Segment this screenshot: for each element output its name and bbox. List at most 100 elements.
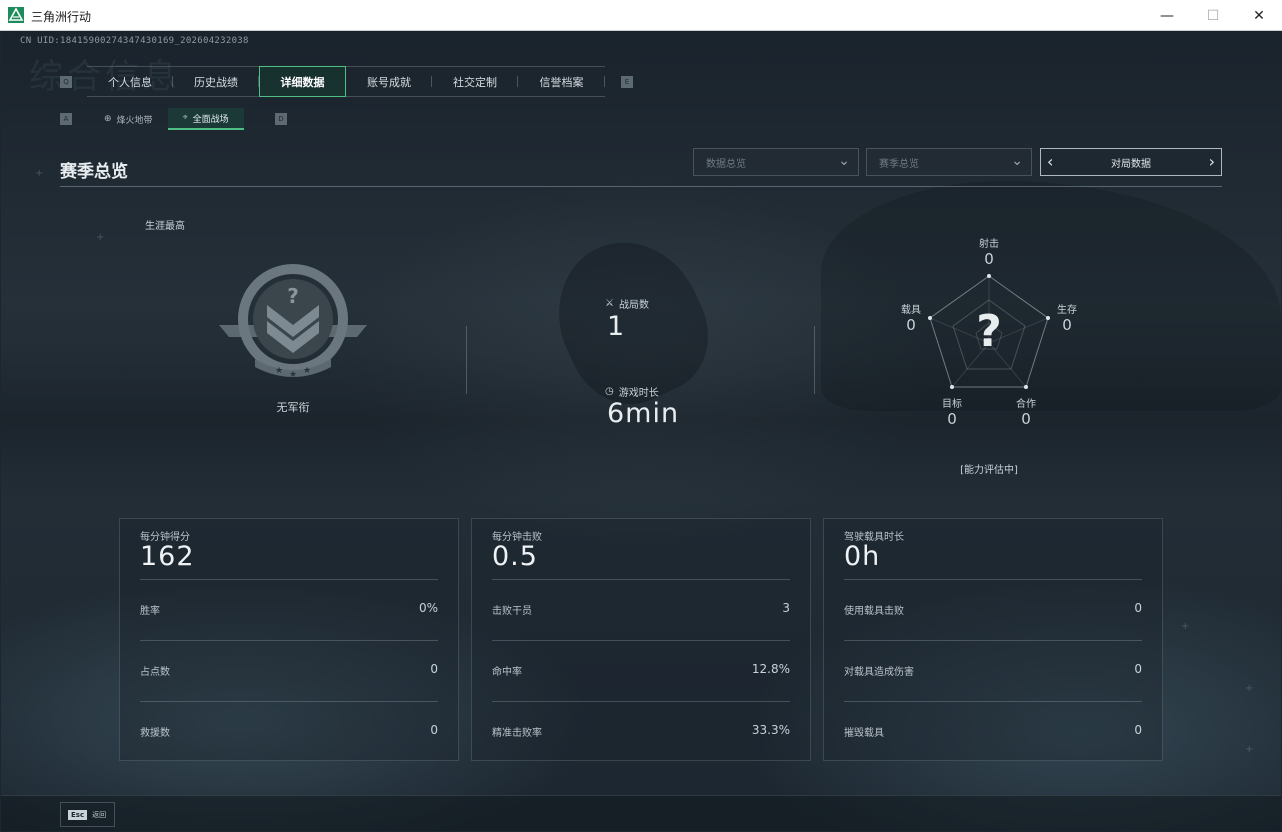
stat-row-label: 使用载具击败 [844, 606, 904, 617]
vertical-divider [814, 326, 815, 394]
card-divider [140, 640, 438, 641]
radar-label-survival: 生存 [1057, 305, 1077, 316]
deco-plus-icon: + [1245, 744, 1254, 755]
tab-match-history[interactable]: 历史战绩 [173, 67, 259, 96]
stat-card-score: 每分钟得分 162 胜率 0% 占点数 0 救援数 0 [119, 518, 459, 761]
key-hint-next-subtab: D [275, 113, 287, 125]
subtab-operations[interactable]: ⊕ 烽火地带 [89, 108, 168, 130]
stat-row-value: 0 [430, 662, 438, 676]
tab-personal-info[interactable]: 个人信息 [87, 67, 173, 96]
minimize-button[interactable]: — [1144, 0, 1190, 31]
radar-value-objective: 0 [947, 410, 957, 428]
card-divider [492, 640, 790, 641]
vertical-divider [466, 326, 467, 394]
matches-value: 1 [607, 311, 626, 342]
stat-row-value: 0% [418, 601, 438, 615]
window-title: 三角洲行动 [31, 10, 92, 24]
tab-detailed-data[interactable]: 详细数据 [259, 66, 346, 97]
radar-label-vehicle: 载具 [901, 305, 921, 316]
key-hint-prev-subtab: A [60, 113, 72, 125]
card-divider [492, 579, 790, 580]
radar-label-teamwork: 合作 [1016, 399, 1036, 410]
close-button[interactable]: ✕ [1236, 0, 1282, 31]
card-divider [140, 579, 438, 580]
game-viewport: + + + + + 综合信息 CN UID:184159002743474301… [1, 31, 1281, 831]
section-divider [60, 186, 1222, 187]
card-value: 0.5 [492, 541, 538, 572]
globe-icon: ⊕ [104, 114, 112, 124]
player-uid: CN UID:18415900274347430169_202604232038 [20, 36, 249, 46]
card-divider [844, 701, 1142, 702]
stat-row-value: 0 [1134, 723, 1142, 737]
radar-value-vehicle: 0 [906, 316, 916, 334]
stat-row-label: 命中率 [492, 667, 522, 678]
subtab-warfare[interactable]: ⌖ 全面战场 [167, 108, 244, 130]
radar-label-shooting: 射击 [979, 239, 999, 250]
svg-text:★: ★ [303, 366, 311, 376]
card-divider [492, 701, 790, 702]
chevron-left-icon[interactable]: ‹ [1047, 152, 1053, 171]
esc-key-hint: Esc [68, 809, 88, 820]
playtime-label-text: 游戏时长 [618, 388, 659, 399]
chevron-right-icon[interactable]: › [1209, 152, 1215, 171]
season-dropdown[interactable]: 赛季总览 ⌄ [866, 148, 1032, 176]
subtab-operations-label: 烽火地带 [116, 115, 153, 126]
rank-name: 无军衔 [276, 401, 310, 414]
radar-status: [能力评估中] [960, 465, 1018, 476]
rank-emblem-icon: ? ★ ★ ★ [215, 263, 371, 387]
stat-row-label: 对载具造成伤害 [844, 667, 914, 678]
matches-label: ⚔ 战局数 [605, 296, 649, 311]
crosshair-icon: ⌖ [182, 113, 188, 123]
playtime-value: 6min [607, 398, 680, 429]
main-tab-bar: 个人信息 历史战绩 详细数据 账号成就 社交定制 信誉档案 [87, 66, 605, 97]
deco-plus-icon: + [35, 168, 44, 179]
deco-plus-icon: + [1245, 683, 1254, 694]
svg-text:★: ★ [289, 370, 297, 380]
card-value: 0h [844, 541, 881, 572]
tab-credit-record[interactable]: 信誉档案 [518, 67, 605, 96]
card-divider [844, 579, 1142, 580]
deco-plus-icon: + [96, 232, 105, 243]
matches-label-text: 战局数 [618, 300, 649, 311]
app-logo-icon [8, 7, 24, 23]
window-titlebar: 三角洲行动 — ☐ ✕ [0, 0, 1282, 31]
data-type-dropdown[interactable]: 数据总览 ⌄ [693, 148, 859, 176]
stat-row-value: 0 [1134, 662, 1142, 676]
stat-row-label: 精准击败率 [492, 728, 542, 739]
stat-row-value: 12.8% [751, 662, 790, 676]
stat-row-value: 3 [782, 601, 790, 615]
tab-achievements[interactable]: 账号成就 [346, 67, 432, 96]
stat-row-value: 33.3% [751, 723, 790, 737]
season-dropdown-value: 赛季总览 [879, 158, 919, 170]
svg-text:★: ★ [275, 366, 283, 376]
back-label: 返回 [92, 810, 107, 819]
subtab-warfare-label: 全面战场 [192, 114, 229, 125]
stat-row-label: 胜率 [140, 606, 160, 617]
stat-card-vehicle: 驾驶载具时长 0h 使用载具击败 0 对载具造成伤害 0 摧毁载具 0 [823, 518, 1163, 761]
radar-label-objective: 目标 [942, 399, 962, 410]
stat-card-kills: 每分钟击败 0.5 击败干员 3 命中率 12.8% 精准击败率 33.3% [471, 518, 811, 761]
radar-value-teamwork: 0 [1021, 410, 1031, 428]
footer-bar: Esc 返回 [1, 795, 1281, 831]
stat-row-label: 摧毁载具 [844, 728, 884, 739]
card-divider [140, 701, 438, 702]
stat-row-value: 0 [1134, 601, 1142, 615]
radar-unknown-icon: ? [976, 306, 1002, 357]
key-hint-prev-tab: Q [60, 76, 72, 88]
stat-row-label: 击败干员 [492, 606, 532, 617]
stat-row-value: 0 [430, 723, 438, 737]
playtime-label: ◷ 游戏时长 [605, 384, 659, 399]
card-value: 162 [140, 541, 195, 572]
radar-value-shooting: 0 [984, 250, 994, 268]
maximize-button[interactable]: ☐ [1190, 0, 1236, 31]
tab-social-custom[interactable]: 社交定制 [432, 67, 518, 96]
data-type-dropdown-value: 数据总览 [706, 158, 746, 170]
pager-label: 对局数据 [1111, 158, 1151, 170]
card-divider [844, 640, 1142, 641]
deco-plus-icon: + [1181, 621, 1190, 632]
crossed-swords-icon: ⚔ [605, 298, 614, 309]
back-button[interactable]: Esc 返回 [60, 802, 115, 827]
mode-subtab-bar: ⊕ 烽火地带 ⌖ 全面战场 [89, 108, 244, 130]
section-title: 赛季总览 [60, 162, 128, 182]
chevron-down-icon: ⌄ [1011, 153, 1023, 169]
